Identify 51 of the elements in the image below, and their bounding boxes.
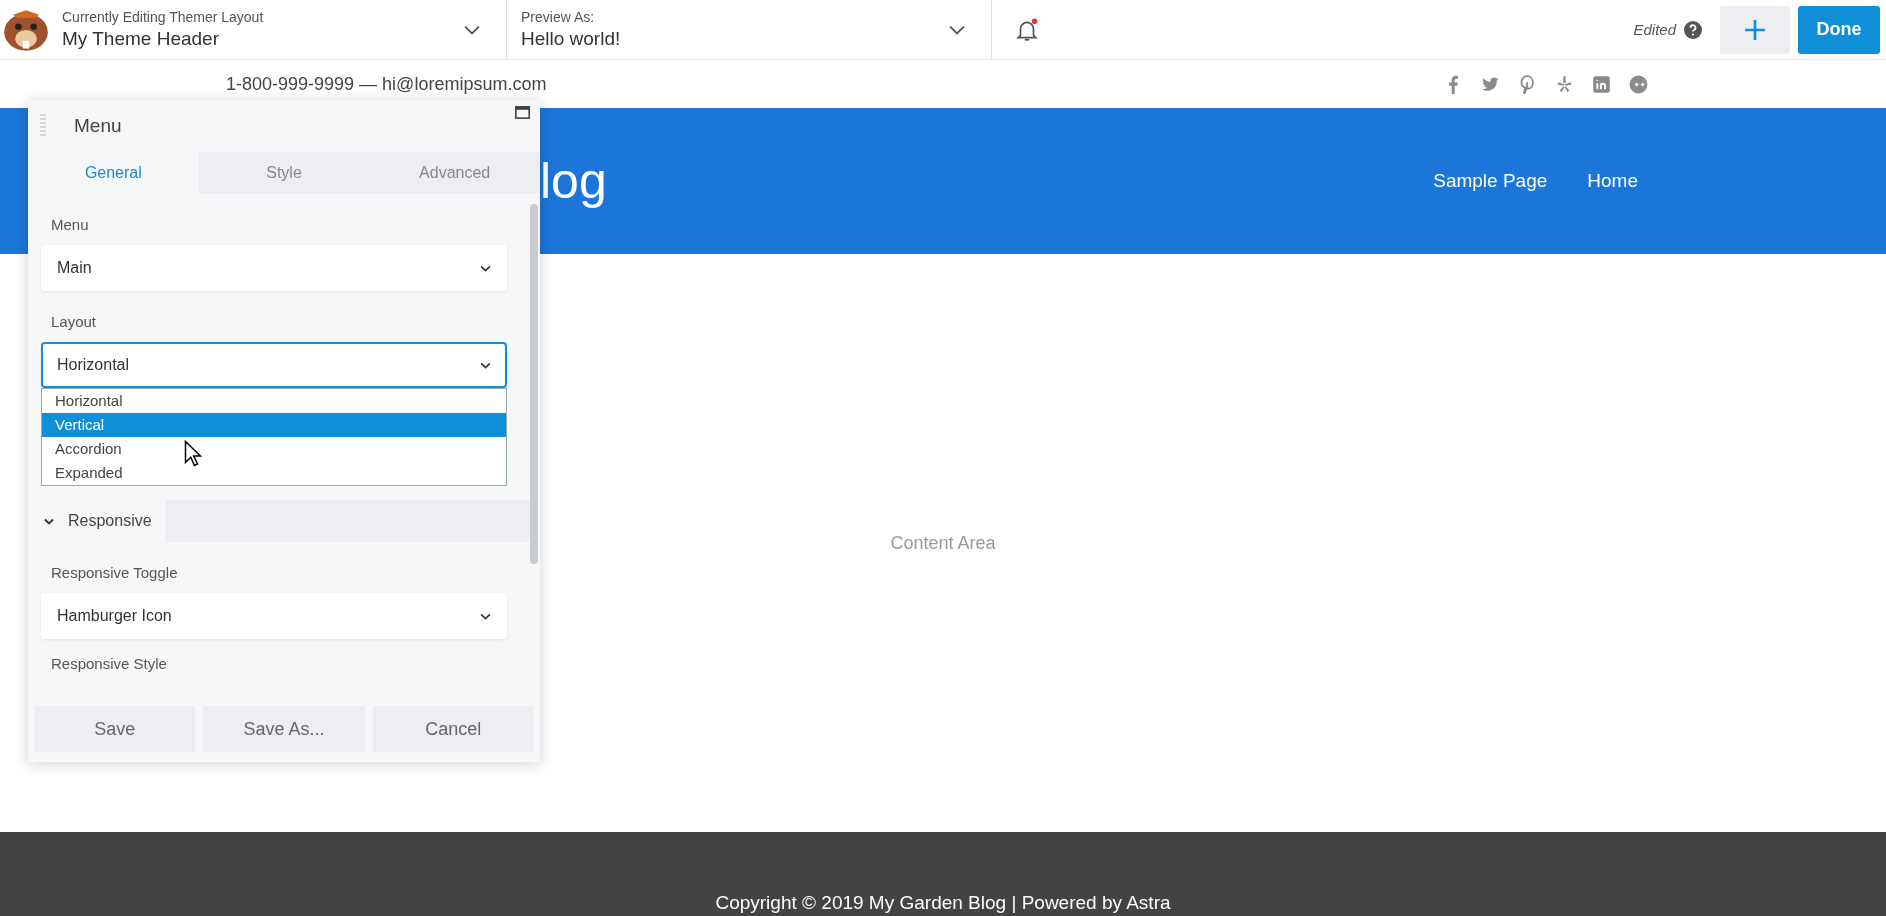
contact-info: 1-800-999-9999 — hi@loremipsum.com bbox=[226, 73, 548, 95]
content-area-label: Content Area bbox=[890, 532, 996, 554]
chevron-down-icon bbox=[480, 361, 491, 369]
help-icon[interactable] bbox=[1684, 20, 1702, 39]
panel-button[interactable]: Save bbox=[34, 706, 196, 752]
dropdown-option[interactable]: Horizontal bbox=[42, 389, 506, 413]
plus-icon bbox=[1744, 18, 1766, 41]
linkedin-icon[interactable] bbox=[1592, 74, 1611, 94]
panel-tab[interactable]: General bbox=[28, 152, 199, 194]
nav-link[interactable]: Sample Page bbox=[1433, 170, 1548, 192]
layout-name: My Theme Header bbox=[62, 28, 220, 50]
panel-tab[interactable]: Advanced bbox=[369, 152, 540, 194]
section-toggle[interactable]: Responsive bbox=[28, 500, 166, 542]
add-button[interactable] bbox=[1720, 5, 1790, 54]
edited-status: Edited bbox=[1633, 21, 1676, 38]
panel-tab[interactable]: Style bbox=[198, 152, 370, 194]
chevron-down-icon bbox=[480, 612, 491, 620]
dropdown-option[interactable]: Expanded bbox=[42, 461, 506, 485]
google-plus-icon[interactable] bbox=[1629, 74, 1648, 94]
layout-selector[interactable]: Currently Editing Themer Layout My Theme Header bbox=[62, 0, 507, 60]
pinterest-icon[interactable] bbox=[1518, 74, 1537, 94]
chevron-down-icon bbox=[949, 24, 965, 35]
done-button[interactable]: Done bbox=[1798, 5, 1880, 54]
dropdown-field[interactable]: Hamburger Icon bbox=[41, 593, 507, 639]
chevron-down-icon bbox=[480, 264, 491, 272]
scrollbar-thumb[interactable] bbox=[530, 204, 538, 564]
field-label: Menu bbox=[50, 216, 90, 233]
chevron-down-icon bbox=[44, 517, 54, 525]
preview-label: Preview As: bbox=[521, 9, 596, 25]
field-label: Layout bbox=[50, 313, 98, 330]
field-label: Responsive Style bbox=[50, 655, 168, 672]
panel-button[interactable]: Save As... bbox=[203, 706, 365, 752]
drag-handle-icon[interactable] bbox=[40, 113, 46, 139]
notification-bell-icon[interactable] bbox=[1014, 16, 1040, 43]
dropdown-option[interactable]: Vertical bbox=[42, 413, 506, 437]
yelp-icon[interactable] bbox=[1555, 74, 1574, 94]
panel-title: Menu bbox=[74, 115, 123, 137]
chevron-down-icon bbox=[464, 24, 480, 35]
field-label: Responsive Toggle bbox=[50, 564, 179, 581]
site-title[interactable]: log bbox=[540, 152, 1434, 210]
dropdown-field[interactable]: Main bbox=[41, 245, 507, 291]
dropdown-option[interactable]: Accordion bbox=[42, 437, 506, 461]
window-icon[interactable] bbox=[515, 106, 530, 119]
panel-button[interactable]: Cancel bbox=[372, 706, 534, 752]
preview-value: Hello world! bbox=[521, 28, 622, 50]
mouse-cursor-icon bbox=[184, 440, 202, 467]
preview-selector[interactable]: Preview As: Hello world! bbox=[507, 0, 992, 60]
copyright-text: Copyright © 2019 My Garden Blog | Powered by Astra bbox=[715, 892, 1171, 915]
layout-label: Currently Editing Themer Layout bbox=[62, 9, 265, 25]
nav-link[interactable]: Home bbox=[1587, 170, 1638, 192]
dropdown-field[interactable]: Horizontal bbox=[41, 342, 507, 388]
